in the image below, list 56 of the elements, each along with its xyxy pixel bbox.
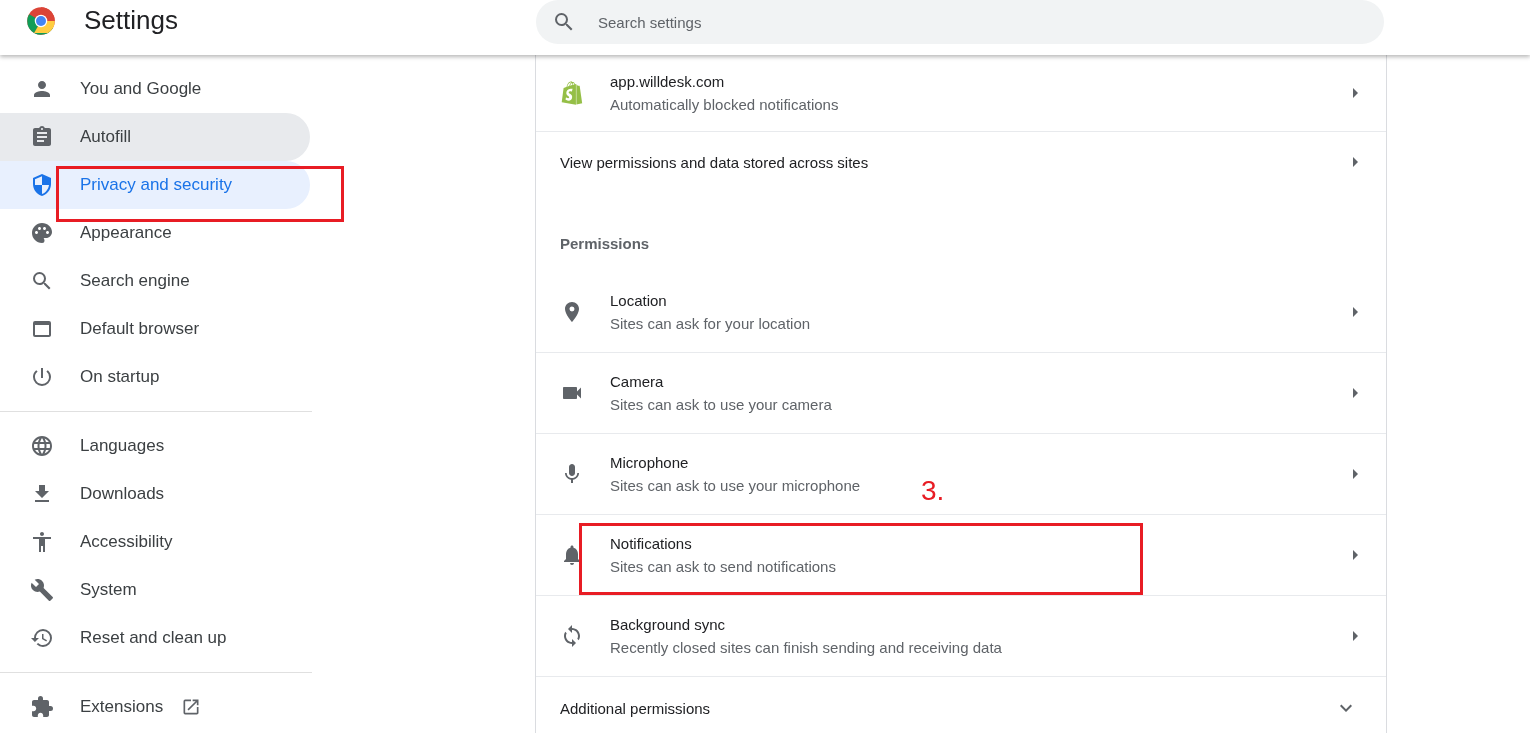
puzzle-icon [30,695,54,719]
globe-icon [30,434,54,458]
sidebar-item[interactable]: Default browser [0,305,310,353]
arrow-right-icon [1353,550,1358,560]
permission-title: Background sync [610,616,726,633]
site-name: app.willdesk.com [610,73,725,90]
permission-row[interactable]: Location Sites can ask for your location [536,272,1386,353]
permission-title: Location [610,292,667,309]
arrow-right-icon [1353,88,1358,98]
sidebar-item[interactable]: Downloads [0,470,310,518]
sidebar-item[interactable]: Search engine [0,257,310,305]
arrow-right-icon [1353,388,1358,398]
arrow-right-icon [1353,469,1358,479]
permission-description: Sites can ask to use your camera [610,396,832,413]
sidebar-item[interactable]: Languages [0,422,310,470]
permission-title: Camera [610,373,664,390]
page-title: Settings [84,5,178,36]
sidebar-item[interactable]: On startup [0,353,310,401]
sidebar-item[interactable]: Appearance [0,209,310,257]
sidebar-item[interactable]: Extensions [0,683,310,731]
accessibility-icon [30,530,54,554]
permission-row[interactable]: Background sync Recently closed sites can finish sending and receiving data [536,596,1386,677]
history-icon [30,626,54,650]
wrench-icon [30,578,54,602]
permission-description: Sites can ask to send notifications [610,558,836,575]
sidebar-item[interactable]: Accessibility [0,518,310,566]
permission-description: Recently closed sites can finish sending and receiving data [610,639,1002,656]
arrow-right-icon [1353,631,1358,641]
sidebar-item[interactable]: Reset and clean up [0,614,310,662]
palette-icon [30,221,54,245]
permission-title: Microphone [610,454,689,471]
settings-link-row[interactable]: View permissions and data stored across sites [536,132,1386,192]
row-label: View permissions and data stored across sites [560,153,869,171]
permission-row[interactable]: Camera Sites can ask to use your camera [536,353,1386,434]
shopping-bag-icon [560,81,584,105]
search-field[interactable]: Search settings [596,12,1368,32]
shield-icon [30,173,54,197]
sidebar-item[interactable]: Privacy and security [0,161,310,209]
permission-description: Sites can ask to use your microphone [610,477,861,494]
chrome-logo [26,5,56,36]
step-number: 3. [921,475,945,507]
clipboard-icon [30,125,54,149]
permission-description: Sites can ask for your location [610,315,811,332]
expander-row[interactable]: Additional permissions [536,677,1386,733]
power-icon [30,365,54,389]
search-bar[interactable]: Search settings [536,0,1384,44]
sidebar-item[interactable]: System [0,566,310,614]
section-heading: Permissions [560,235,650,252]
sidebar-item[interactable]: Autofill [0,113,310,161]
site-row[interactable]: app.willdesk.com Automatically blocked notifications [536,55,1386,132]
sidebar-item[interactable]: You and Google [0,65,310,113]
arrow-right-icon [1353,307,1358,317]
arrow-right-icon [1353,157,1358,167]
row-label: Additional permissions [560,699,711,717]
permission-title: Notifications [610,535,692,552]
site-status: Automatically blocked notifications [610,96,839,113]
